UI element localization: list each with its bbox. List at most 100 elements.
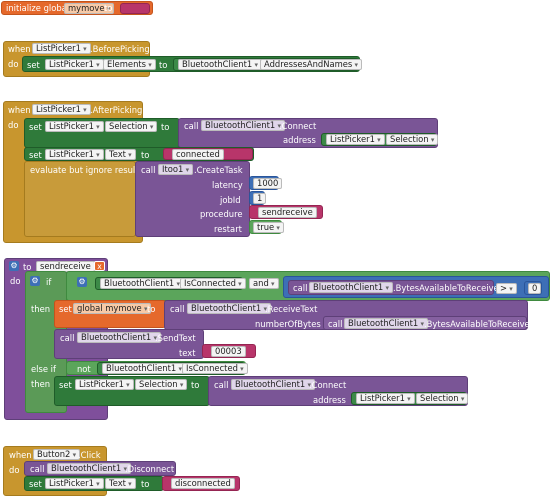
restart-value[interactable]: true — [253, 222, 284, 233]
do-label: do — [9, 465, 20, 475]
set-global-block[interactable]: set global mymove to — [54, 300, 166, 328]
isconnected-getter[interactable]: BluetoothClient1 IsConnected — [95, 277, 246, 290]
disconnected-value[interactable]: disconnected — [171, 478, 235, 489]
call-label: call — [170, 304, 185, 314]
and-operator[interactable]: and — [249, 278, 279, 289]
set-target-dropdown[interactable]: ListPicker1 — [45, 121, 104, 132]
component-dropdown[interactable]: Button2 — [33, 449, 81, 460]
send-text-block[interactable]: call BluetoothClient1 .SendText text — [54, 329, 204, 359]
when-label: when — [9, 450, 32, 460]
getter-prop[interactable]: Selection — [386, 134, 439, 145]
send-text-value[interactable]: 00003 — [211, 346, 246, 357]
address-getter[interactable]: ListPicker1 Selection — [321, 133, 439, 146]
create-task-block[interactable]: call Itoo1 .CreateTask latency jobId pro… — [135, 161, 250, 237]
call-component[interactable]: BluetoothClient1 — [187, 303, 271, 314]
eval-ignore-block[interactable]: evaluate but ignore result — [24, 161, 139, 237]
do-label: do — [10, 276, 21, 286]
getter-component[interactable]: BluetoothClient1 — [178, 59, 262, 70]
to-label: to — [141, 150, 150, 160]
bytes-call-block[interactable]: call BluetoothClient1 .BytesAvailableToR… — [288, 280, 499, 295]
compare-operator[interactable]: > — [496, 283, 517, 294]
and-block[interactable]: ⚙ BluetoothClient1 IsConnected and call … — [66, 271, 550, 301]
restart-label: restart — [214, 224, 242, 234]
send-text-value-block[interactable]: 00003 — [202, 344, 256, 358]
call-component[interactable]: BluetoothClient1 — [47, 463, 131, 474]
init-to-label: to — [104, 3, 113, 13]
component-dropdown[interactable]: ListPicker1 — [32, 104, 91, 115]
zero-number[interactable]: 0 — [524, 281, 542, 295]
getter-component[interactable]: BluetoothClient1 — [102, 363, 186, 374]
bytes-call-inner[interactable]: call BluetoothClient1 .BytesAvailableToR… — [323, 316, 530, 330]
gear-icon[interactable]: ⚙ — [77, 277, 87, 287]
getter-component[interactable]: ListPicker1 — [326, 134, 385, 145]
component-dropdown[interactable]: ListPicker1 — [32, 43, 91, 54]
set-selection2-block[interactable]: set ListPicker1 Selection to — [54, 376, 210, 406]
event-name: .Click — [78, 450, 101, 460]
set-prop-dropdown[interactable]: Elements — [103, 59, 156, 70]
set-elements-block[interactable]: set ListPicker1 Elements to BluetoothCli… — [22, 56, 363, 72]
procedure-value[interactable]: sendreceive — [258, 207, 317, 218]
set-text-block[interactable]: set ListPicker1 Text to connected — [24, 147, 254, 161]
disconnect-call-block[interactable]: call BluetoothClient1 .Disconnect — [24, 461, 176, 476]
not-block[interactable]: not BluetoothClient1 IsConnected — [66, 361, 248, 375]
address-getter[interactable]: ListPicker1 Selection — [351, 392, 469, 405]
elseif-label: else if — [31, 364, 56, 374]
empty-text-block[interactable] — [120, 3, 150, 14]
set-prop-dropdown[interactable]: Selection — [105, 121, 158, 132]
procedure-text[interactable]: sendreceive — [249, 205, 323, 219]
connect2-call-block[interactable]: call BluetoothClient1 .Connect address L… — [208, 376, 469, 406]
set-target-dropdown[interactable]: ListPicker1 — [75, 379, 134, 390]
set-text-disc-block[interactable]: set ListPicker1 Text to — [24, 476, 164, 491]
global-var-dropdown[interactable]: global mymove — [73, 303, 152, 314]
call-label: call — [328, 319, 343, 329]
getter-component[interactable]: BluetoothClient1 — [100, 278, 184, 289]
set-target-dropdown[interactable]: ListPicker1 — [45, 478, 104, 489]
address-label: address — [313, 395, 346, 405]
getter-block[interactable]: BluetoothClient1 AddressesAndNames — [173, 58, 363, 71]
call-component[interactable]: Itoo1 — [158, 164, 194, 175]
getter-component[interactable]: ListPicker1 — [356, 393, 415, 404]
set-target-dropdown[interactable]: ListPicker1 — [45, 149, 104, 160]
jobid-value[interactable]: 1 — [253, 193, 267, 204]
set-prop-dropdown[interactable]: Text — [105, 149, 136, 160]
getter-prop[interactable]: Selection — [416, 393, 469, 404]
then-label: then — [31, 304, 51, 314]
call-label: call — [30, 464, 45, 474]
set-label: set — [29, 150, 42, 160]
method-name: .Disconnect — [125, 464, 175, 474]
restart-bool[interactable]: true — [249, 220, 284, 234]
getter-prop[interactable]: AddressesAndNames — [260, 59, 363, 70]
jobid-number[interactable]: 1 — [249, 191, 267, 205]
disconnected-text-block[interactable]: disconnected — [162, 476, 240, 491]
receive-text-block[interactable]: call BluetoothClient1 .ReceiveText numbe… — [164, 300, 530, 330]
set-prop-dropdown[interactable]: Text — [105, 478, 136, 489]
call-component[interactable]: BluetoothClient1 — [344, 318, 428, 329]
when-label: when — [8, 105, 31, 115]
gear-icon[interactable]: ⚙ — [9, 261, 19, 271]
gear-icon[interactable]: ⚙ — [30, 276, 40, 286]
set-selection-block[interactable]: set ListPicker1 Selection to — [24, 118, 180, 148]
close-icon[interactable]: x — [94, 261, 105, 271]
latency-value[interactable]: 1000 — [253, 178, 283, 189]
zero-value[interactable]: 0 — [528, 283, 542, 294]
set-prop-dropdown[interactable]: Selection — [135, 379, 188, 390]
call-component[interactable]: BluetoothClient1 — [201, 120, 285, 131]
compare-block[interactable]: call BluetoothClient1 .BytesAvailableToR… — [283, 276, 549, 298]
set-target-dropdown[interactable]: ListPicker1 — [45, 59, 104, 70]
call-component[interactable]: BluetoothClient1 — [77, 332, 161, 343]
getter-prop[interactable]: IsConnected — [180, 278, 246, 289]
getter-prop[interactable]: IsConnected — [182, 363, 248, 374]
connect-call-block[interactable]: call BluetoothClient1 .Connect address L… — [178, 118, 439, 148]
text-block[interactable]: connected — [163, 148, 253, 160]
method-name: .Connect — [279, 121, 317, 131]
call-component[interactable]: BluetoothClient1 — [231, 379, 315, 390]
latency-number[interactable]: 1000 — [249, 176, 283, 190]
not-getter[interactable]: BluetoothClient1 IsConnected — [97, 362, 248, 375]
nob-label: numberOfBytes — [255, 319, 321, 329]
text-value[interactable]: connected — [172, 149, 224, 160]
to-label: to — [147, 304, 156, 314]
call-component[interactable]: BluetoothClient1 — [309, 282, 393, 293]
method-name: .BytesAvailableToReceive — [393, 283, 499, 293]
init-global-block[interactable]: initialize global mymove to — [1, 1, 153, 15]
method-name: .Connect — [309, 380, 347, 390]
